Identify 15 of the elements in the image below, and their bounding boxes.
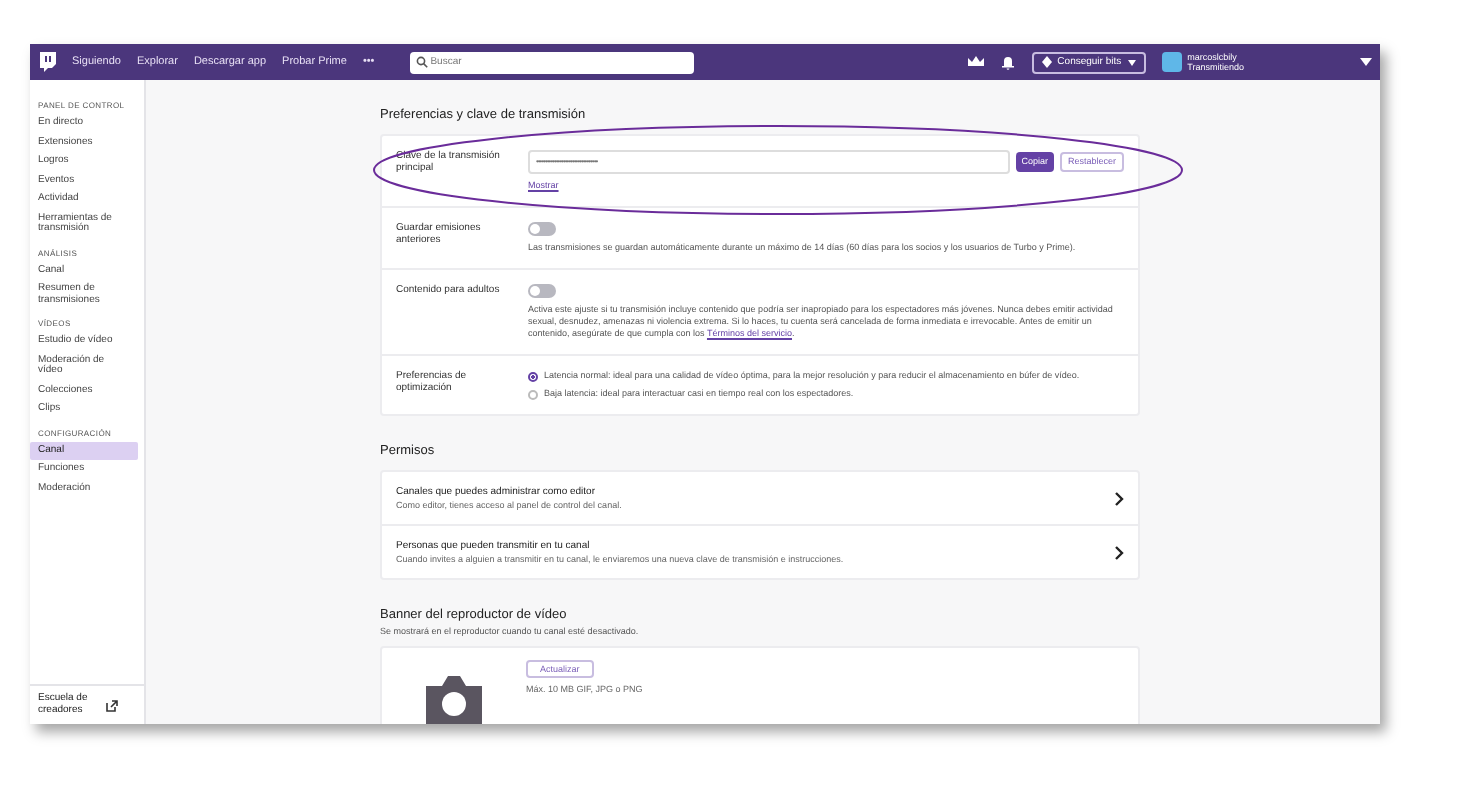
- caret-icon[interactable]: [1360, 58, 1372, 66]
- radio-button[interactable]: [528, 389, 538, 399]
- avatar[interactable]: [1161, 52, 1182, 72]
- gem-icon: [1041, 56, 1052, 68]
- radio-button[interactable]: [528, 371, 538, 381]
- toggle-switch[interactable]: [528, 222, 556, 236]
- search-icon: [416, 56, 429, 68]
- chevron-right-icon[interactable]: [1114, 545, 1124, 559]
- caret-icon: [1127, 59, 1136, 65]
- chevron-right-icon[interactable]: [1114, 491, 1124, 505]
- toggle-switch[interactable]: [528, 284, 556, 298]
- external-link-icon: [106, 699, 118, 711]
- logo-icon[interactable]: [38, 52, 56, 72]
- crown-icon[interactable]: [967, 54, 984, 70]
- notifications-icon[interactable]: [999, 54, 1016, 70]
